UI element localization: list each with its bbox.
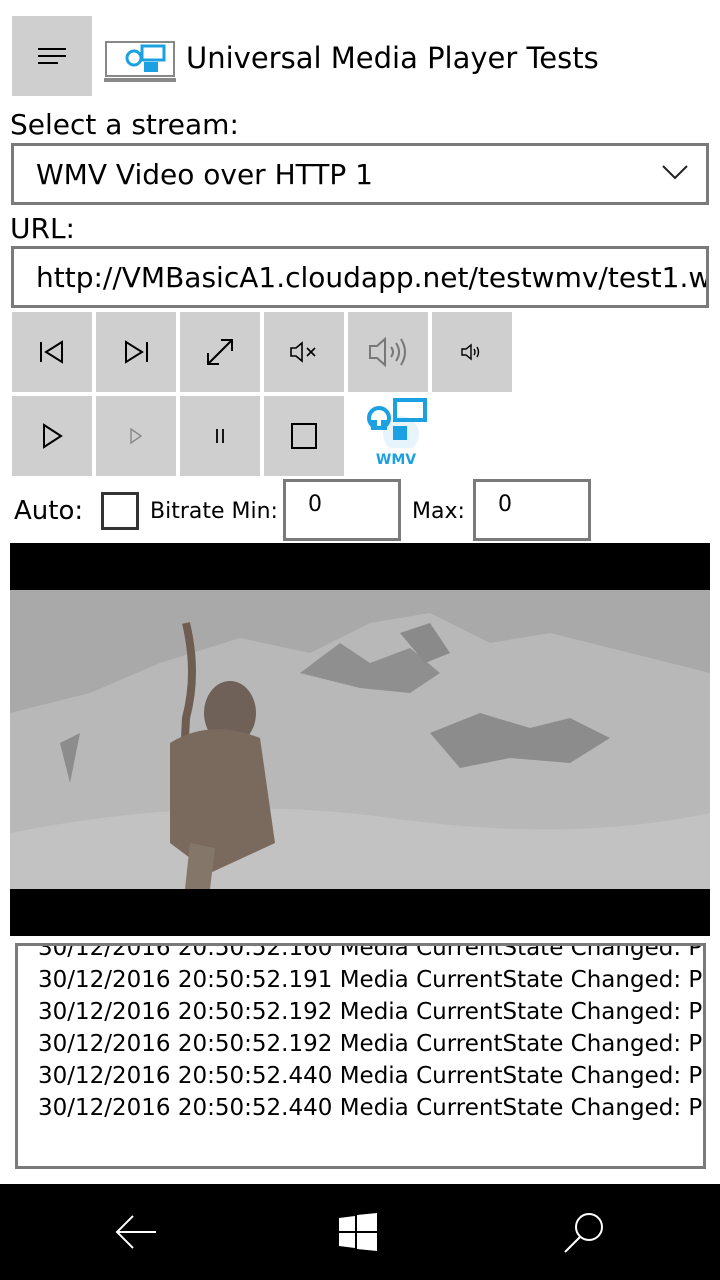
fullscreen-button[interactable]: [180, 312, 260, 392]
next-button[interactable]: [96, 312, 176, 392]
log-line: 30/12/2016 20:50:52.192 Media CurrentSta…: [38, 1031, 706, 1057]
play-button[interactable]: [12, 396, 92, 476]
start-button[interactable]: [298, 1184, 418, 1280]
stream-label: Select a stream:: [10, 108, 239, 141]
play-icon: [43, 423, 63, 449]
log-lines: 30/12/2016 20:50:52.160 Media CurrentSta…: [38, 943, 706, 1124]
bitrate-max-label: Max:: [412, 499, 465, 524]
volume-up-button[interactable]: [348, 312, 428, 392]
video-player[interactable]: [10, 543, 710, 936]
bitrate-min-input[interactable]: 0: [283, 479, 401, 541]
mute-button[interactable]: [264, 312, 344, 392]
volume-up-icon: [369, 336, 406, 368]
log-line: 30/12/2016 20:50:52.192 Media CurrentSta…: [38, 999, 706, 1025]
volume-down-button[interactable]: [432, 312, 512, 392]
fullscreen-icon: [207, 339, 233, 365]
bitrate-min-value: 0: [308, 492, 322, 517]
app-logo-icon: [104, 40, 176, 84]
stop-icon: [291, 423, 317, 449]
log-line: 30/12/2016 20:50:52.440 Media CurrentSta…: [38, 1063, 706, 1089]
previous-icon: [40, 340, 63, 364]
next-icon: [125, 340, 148, 364]
url-input[interactable]: http://VMBasicA1.cloudapp.net/testwmv/te…: [11, 246, 709, 308]
stream-select[interactable]: WMV Video over HTTP 1: [11, 143, 709, 205]
log-line: 30/12/2016 20:50:52.440 Media CurrentSta…: [38, 1095, 706, 1121]
media-format-icon: [367, 398, 427, 452]
play-rate-button[interactable]: [96, 396, 176, 476]
search-icon: [564, 1213, 603, 1253]
auto-checkbox[interactable]: [101, 492, 139, 530]
pause-button[interactable]: [180, 396, 260, 476]
log-line: 30/12/2016 20:50:52.191 Media CurrentSta…: [38, 967, 706, 993]
pause-icon: [216, 429, 224, 443]
previous-button[interactable]: [12, 312, 92, 392]
video-frame: [10, 590, 710, 889]
bitrate-min-label: Bitrate Min:: [150, 499, 278, 524]
play-small-icon: [130, 428, 143, 444]
app-title: Universal Media Player Tests: [186, 41, 599, 75]
search-button[interactable]: [524, 1184, 644, 1280]
url-value: http://VMBasicA1.cloudapp.net/testwmv/te…: [36, 260, 709, 294]
mute-icon: [290, 341, 316, 363]
back-button[interactable]: [76, 1184, 196, 1280]
log-line: 30/12/2016 20:50:52.160 Media CurrentSta…: [38, 943, 706, 961]
back-icon: [115, 1215, 156, 1249]
bitrate-max-value: 0: [498, 492, 512, 517]
auto-label: Auto:: [14, 496, 84, 526]
stop-button[interactable]: [264, 396, 344, 476]
system-navigation-bar: [0, 1184, 720, 1280]
bitrate-max-input[interactable]: 0: [473, 479, 591, 541]
wmv-format-badge: WMV: [358, 396, 434, 470]
wmv-badge-label: WMV: [375, 452, 417, 468]
stream-selected-value: WMV Video over HTTP 1: [36, 157, 373, 191]
hamburger-icon: [38, 43, 66, 69]
hamburger-menu-button[interactable]: [12, 16, 92, 96]
volume-down-icon: [461, 343, 480, 361]
windows-icon: [339, 1213, 377, 1251]
url-label: URL:: [10, 212, 75, 245]
chevron-down-icon: [662, 165, 688, 180]
log-output[interactable]: 30/12/2016 20:50:52.160 Media CurrentSta…: [15, 943, 706, 1169]
